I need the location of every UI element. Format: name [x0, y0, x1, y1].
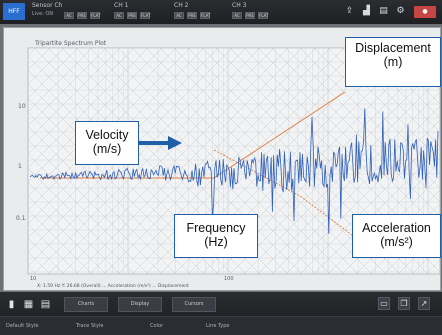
callout-title: Acceleration — [362, 221, 431, 235]
acceleration-callout: Acceleration (m/s²) — [352, 214, 441, 258]
bottom-toolbar: ▮ ▦ ▤ Charts Display Cursors ▭ ❐ ↗ Defau… — [0, 292, 442, 335]
x-tick-label: 100 — [224, 276, 234, 282]
callout-unit: (Hz) — [204, 235, 228, 249]
callout-title: Frequency — [186, 221, 246, 235]
plot-title: Tripartite Spectrum Plot — [35, 40, 107, 47]
velocity-callout: Velocity (m/s) — [75, 121, 139, 165]
style-row: Default Style Trace Style Color Line Typ… — [0, 316, 442, 335]
callout-unit: (m/s²) — [380, 235, 413, 249]
tab-display[interactable]: Display — [118, 297, 162, 312]
expand-icon[interactable]: ↗ — [418, 297, 430, 310]
callout-title: Displacement — [355, 41, 431, 55]
grid-icon[interactable]: ▦ — [23, 299, 34, 310]
diagonal-line — [0, 48, 22, 274]
trace-style-field[interactable]: Trace Style — [76, 323, 103, 329]
tab-cursors[interactable]: Cursors — [172, 297, 216, 312]
diagonal-line — [0, 48, 8, 274]
x-tick-label: 10 — [30, 276, 36, 282]
copy-icon[interactable]: ❐ — [398, 297, 410, 310]
callout-unit: (m) — [383, 55, 403, 69]
default-style-field[interactable]: Default Style — [6, 323, 38, 329]
callout-unit: (m/s) — [92, 142, 122, 156]
displacement-callout: Displacement (m) — [345, 37, 441, 87]
diagonal-line — [0, 48, 8, 274]
frequency-callout: Frequency (Hz) — [174, 214, 258, 258]
cursor-readout: X: 1.59 Hz Y: 26.68 (Overall) ... Accele… — [37, 284, 189, 289]
table-icon[interactable]: ▤ — [40, 299, 51, 310]
tab-charts[interactable]: Charts — [64, 297, 108, 312]
diagonal-line — [0, 48, 22, 274]
bar-chart-icon[interactable]: ▮ — [6, 299, 17, 310]
line-type-field[interactable]: Line Type — [206, 323, 230, 329]
y-tick-label: 10 — [18, 103, 26, 110]
y-tick-label: 1 — [18, 163, 22, 170]
callout-title: Velocity — [85, 128, 129, 142]
minimize-icon[interactable]: ▭ — [378, 297, 390, 310]
y-tick-label: 0.1 — [16, 215, 26, 222]
color-field[interactable]: Color — [150, 323, 163, 329]
app-window: HFF Sensor Ch Live: ON AC PRE FLAT CH 1 … — [0, 0, 442, 335]
